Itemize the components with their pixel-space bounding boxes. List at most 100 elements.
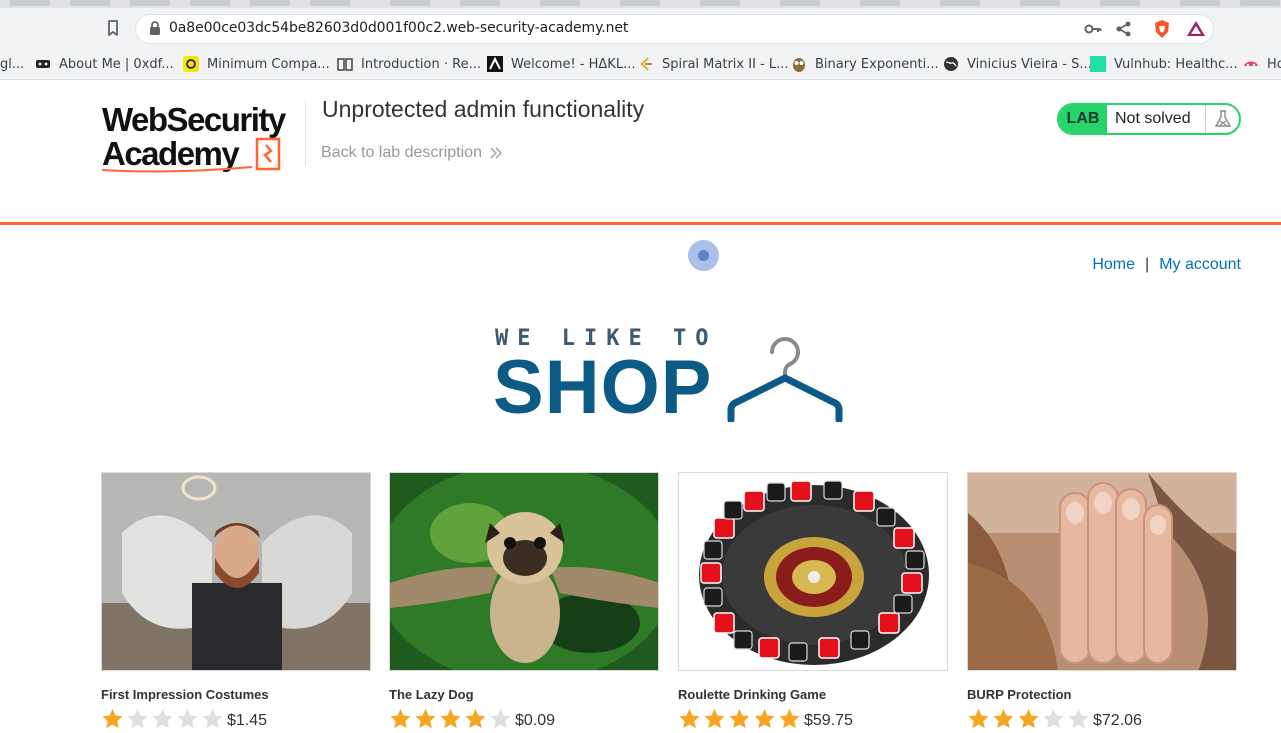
browser-tab[interactable] bbox=[780, 0, 820, 6]
product-card[interactable]: Roulette Drinking Game $59.75 bbox=[678, 472, 949, 730]
bookmark-item[interactable]: Binary Exponenti... bbox=[791, 55, 939, 73]
product-card[interactable]: BURP Protection $72.06 bbox=[967, 472, 1238, 730]
key-icon[interactable] bbox=[1083, 19, 1103, 39]
roulette-game-image bbox=[679, 473, 947, 670]
url-text[interactable]: 0a8e00ce03dc54be82603d0d001f00c2.web-sec… bbox=[169, 20, 628, 36]
bookmark-label: About Me | 0xdf... bbox=[59, 56, 174, 72]
hakl-icon bbox=[487, 56, 503, 72]
star-icon bbox=[465, 709, 486, 729]
browser-tab[interactable] bbox=[540, 0, 580, 6]
star-icon bbox=[415, 709, 436, 729]
globe-icon bbox=[944, 57, 958, 71]
bookmark-item[interactable]: Spiral Matrix II - L... bbox=[638, 55, 789, 73]
star-icon bbox=[152, 709, 173, 729]
lazy-dog-image bbox=[390, 473, 658, 670]
bookmark-label: Binary Exponenti... bbox=[815, 56, 939, 72]
browser-tab[interactable] bbox=[620, 0, 660, 6]
product-image[interactable] bbox=[389, 472, 659, 671]
flask-button[interactable] bbox=[1205, 105, 1239, 133]
bookmark-item[interactable]: Vulnhub: Healthc... bbox=[1090, 55, 1238, 73]
bookmark-item[interactable]: gl... bbox=[0, 55, 24, 73]
product-name[interactable]: First Impression Costumes bbox=[101, 687, 372, 702]
logo-line-2: Academy bbox=[102, 135, 240, 172]
star-rating bbox=[389, 708, 514, 730]
star-rating bbox=[678, 708, 803, 730]
browser-tab[interactable] bbox=[390, 0, 430, 6]
ho-icon bbox=[1244, 61, 1258, 67]
browser-tab[interactable] bbox=[1020, 0, 1060, 6]
product-card[interactable]: First Impression Costumes $1.45 bbox=[101, 472, 372, 730]
hero-headline: SHOP bbox=[493, 345, 713, 430]
product-rating-row: $72.06 bbox=[967, 708, 1238, 730]
lab-header: WebSecurity Academy Unprotected admin fu… bbox=[0, 81, 1281, 223]
browser-tab[interactable] bbox=[310, 0, 350, 6]
star-rating bbox=[101, 708, 226, 730]
browser-tab[interactable] bbox=[70, 0, 110, 6]
product-image[interactable] bbox=[101, 472, 371, 671]
browser-toolbar: 0a8e00ce03dc54be82603d0d001f00c2.web-sec… bbox=[0, 8, 1281, 48]
browser-tab[interactable] bbox=[940, 0, 980, 6]
product-name[interactable]: Roulette Drinking Game bbox=[678, 687, 949, 702]
brave-shield-icon[interactable] bbox=[1152, 19, 1172, 39]
bookmark-icon[interactable] bbox=[104, 19, 122, 37]
browser-tab[interactable] bbox=[130, 0, 170, 6]
star-icon bbox=[177, 709, 198, 729]
owl-icon bbox=[793, 58, 805, 72]
product-price: $59.75 bbox=[804, 711, 853, 729]
bookmark-item[interactable]: About Me | 0xdf... bbox=[35, 55, 174, 73]
browser-tab[interactable] bbox=[1100, 0, 1140, 6]
bookmark-label: Minimum Compa... bbox=[207, 56, 330, 72]
bookmark-label: Spiral Matrix II - L... bbox=[662, 56, 789, 72]
browser-tab[interactable] bbox=[1240, 0, 1280, 6]
my-account-link[interactable]: My account bbox=[1159, 256, 1241, 274]
bookmark-item[interactable]: Introduction · Re... bbox=[337, 55, 481, 73]
mouse-cursor-indicator bbox=[688, 240, 719, 271]
bookmark-label: Welcome! - HΔKL... bbox=[511, 56, 636, 72]
bookmark-item[interactable]: Vinicius Vieira - S... bbox=[943, 55, 1092, 73]
double-chevron-right-icon bbox=[490, 147, 503, 159]
star-icon bbox=[779, 709, 800, 729]
web-security-academy-logo[interactable]: WebSecurity Academy bbox=[102, 101, 302, 173]
product-price: $0.09 bbox=[515, 711, 556, 729]
back-to-lab-description-link[interactable]: Back to lab description bbox=[321, 144, 503, 162]
browser-tab[interactable] bbox=[700, 0, 740, 6]
bookmark-label: Vulnhub: Healthc... bbox=[1114, 56, 1238, 72]
product-card[interactable]: The Lazy Dog $0.09 bbox=[389, 472, 660, 730]
home-link[interactable]: Home bbox=[1092, 256, 1135, 274]
flask-icon bbox=[1214, 110, 1231, 127]
browser-tab[interactable] bbox=[460, 0, 500, 6]
book-icon bbox=[337, 58, 353, 71]
lab-status-widget: LAB Not solved bbox=[1057, 103, 1241, 135]
product-price: $72.06 bbox=[1093, 711, 1142, 729]
star-icon bbox=[1043, 709, 1064, 729]
bookmark-item[interactable]: Ho bbox=[1243, 55, 1281, 73]
bookmark-item[interactable]: Minimum Compa... bbox=[183, 55, 330, 73]
browser-tab[interactable] bbox=[860, 0, 900, 6]
lock-icon[interactable] bbox=[148, 20, 162, 36]
brave-rewards-icon[interactable] bbox=[1186, 19, 1206, 39]
browser-tab[interactable] bbox=[190, 0, 230, 6]
star-icon bbox=[202, 709, 223, 729]
star-icon bbox=[704, 709, 725, 729]
bookmark-item[interactable]: Welcome! - HΔKL... bbox=[487, 55, 635, 73]
browser-tab[interactable] bbox=[250, 0, 290, 6]
browser-tab[interactable] bbox=[10, 0, 50, 6]
product-name[interactable]: The Lazy Dog bbox=[389, 687, 660, 702]
lab-status-text: Not solved bbox=[1115, 110, 1191, 127]
share-icon[interactable] bbox=[1114, 19, 1134, 39]
star-rating bbox=[967, 708, 1092, 730]
star-icon bbox=[1018, 709, 1039, 729]
minimum-icon bbox=[183, 56, 199, 72]
leetcode-icon bbox=[640, 57, 652, 71]
product-image[interactable] bbox=[967, 472, 1237, 671]
bookmark-label: gl... bbox=[0, 56, 25, 72]
nav-separator: | bbox=[1145, 256, 1150, 273]
product-name[interactable]: BURP Protection bbox=[967, 687, 1238, 702]
header-accent-rule bbox=[0, 222, 1281, 225]
product-image[interactable] bbox=[678, 472, 948, 671]
browser-tab[interactable] bbox=[1180, 0, 1220, 6]
star-icon bbox=[729, 709, 750, 729]
costume-angel-image bbox=[102, 473, 370, 670]
product-grid: First Impression Costumes $1.45 The Lazy… bbox=[100, 472, 1240, 733]
star-icon bbox=[390, 709, 411, 729]
